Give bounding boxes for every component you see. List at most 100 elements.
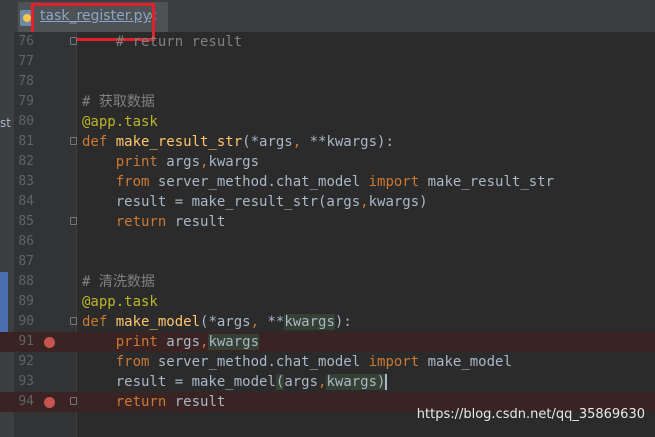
- code-text[interactable]: return result: [82, 392, 226, 412]
- code-line[interactable]: 87: [0, 252, 655, 272]
- code-token: kwargs: [326, 374, 378, 390]
- line-number: 83: [18, 174, 34, 189]
- code-token: (*args: [242, 134, 293, 150]
- code-token: import: [368, 174, 428, 190]
- code-token: server_method.chat_model: [157, 354, 369, 370]
- code-line[interactable]: 93 result = make_model(args,kwargs): [0, 372, 655, 392]
- code-token: ,: [250, 314, 268, 330]
- line-number: 81: [18, 134, 34, 149]
- code-text[interactable]: result = make_result_str(args,kwargs): [82, 192, 428, 212]
- code-token: server_method.chat_model: [157, 174, 369, 190]
- code-line[interactable]: 82 print args,kwargs: [0, 152, 655, 172]
- line-number: 94: [18, 394, 34, 409]
- code-token: args: [166, 334, 201, 350]
- code-line[interactable]: 85 return result: [0, 212, 655, 232]
- code-token: @app.task: [82, 114, 158, 130]
- line-number: 91: [18, 334, 34, 349]
- code-token: return: [115, 394, 175, 410]
- code-token: print: [115, 334, 167, 350]
- code-token: ,: [360, 194, 369, 210]
- code-token: result = make_result_str(args: [82, 194, 361, 210]
- code-token: # return result: [82, 34, 243, 50]
- code-token: result: [174, 394, 226, 410]
- code-line[interactable]: 78: [0, 72, 655, 92]
- code-text[interactable]: print args,kwargs: [82, 152, 259, 172]
- code-text[interactable]: def make_result_str(*args, **kwargs):: [82, 132, 394, 152]
- fold-marker-icon[interactable]: [70, 37, 77, 45]
- code-text[interactable]: from server_method.chat_model import mak…: [82, 172, 554, 192]
- code-line[interactable]: 89 @app.task: [0, 292, 655, 312]
- code-text[interactable]: # 获取数据: [82, 92, 155, 112]
- line-number: 80: [18, 114, 34, 129]
- line-number: 77: [18, 54, 34, 69]
- code-token: **: [267, 314, 285, 330]
- code-token: print: [115, 154, 167, 170]
- fold-marker-icon[interactable]: [70, 397, 77, 405]
- code-token: kwargs: [208, 154, 260, 170]
- fold-marker-icon[interactable]: [70, 137, 77, 145]
- code-line[interactable]: 86: [0, 232, 655, 252]
- code-text[interactable]: def make_model(*args, **kwargs):: [82, 312, 352, 332]
- code-token: args: [166, 154, 201, 170]
- code-line[interactable]: 83 from server_method.chat_model import …: [0, 172, 655, 192]
- code-text[interactable]: print args,kwargs: [82, 332, 260, 352]
- line-number: 90: [18, 314, 34, 329]
- code-token: kwargs): [368, 194, 428, 210]
- line-number: 84: [18, 194, 34, 209]
- code-line[interactable]: 90 def make_model(*args, **kwargs):: [0, 312, 655, 332]
- code-token: (*args: [200, 314, 251, 330]
- code-token: ):: [334, 314, 352, 330]
- code-token: ): [377, 374, 386, 390]
- code-text[interactable]: from server_method.chat_model import mak…: [82, 352, 512, 372]
- code-token: make_result_str: [427, 174, 555, 190]
- code-token: # 清洗数据: [82, 274, 155, 290]
- code-token: from: [115, 174, 158, 190]
- code-token: make_model: [427, 354, 512, 370]
- code-token: kwargs: [208, 334, 260, 350]
- code-text[interactable]: # return result: [82, 32, 242, 52]
- code-token: ,: [292, 134, 310, 150]
- code-token: result: [174, 214, 226, 230]
- text-caret: [385, 374, 388, 390]
- watermark-text: https://blog.csdn.net/qq_35869630: [416, 407, 645, 422]
- line-number: 87: [18, 254, 34, 269]
- code-line[interactable]: 77: [0, 52, 655, 72]
- code-text[interactable]: result = make_model(args,kwargs): [82, 372, 388, 392]
- code-token: make_result_str: [115, 134, 243, 150]
- code-text[interactable]: @app.task: [82, 292, 158, 312]
- fold-marker-icon[interactable]: [70, 217, 77, 225]
- line-number: 93: [18, 374, 34, 389]
- code-line[interactable]: 81 def make_result_str(*args, **kwargs):: [0, 132, 655, 152]
- code-token: # 获取数据: [82, 94, 155, 110]
- code-token: make_model: [115, 314, 201, 330]
- breakpoint-icon[interactable]: [44, 337, 55, 348]
- code-token: def: [82, 134, 116, 150]
- code-text[interactable]: @app.task: [82, 112, 158, 132]
- code-text[interactable]: return result: [82, 212, 226, 232]
- line-number: 92: [18, 354, 34, 369]
- code-line[interactable]: 79 # 获取数据: [0, 92, 655, 112]
- line-number: 85: [18, 214, 34, 229]
- code-line[interactable]: 91 print args,kwargs: [0, 332, 655, 352]
- code-line[interactable]: 92 from server_method.chat_model import …: [0, 352, 655, 372]
- code-token: kwargs: [284, 314, 335, 330]
- code-line[interactable]: 80 @app.task: [0, 112, 655, 132]
- code-token: result = make_model: [82, 374, 276, 390]
- code-line[interactable]: 84 result = make_result_str(args,kwargs): [0, 192, 655, 212]
- line-number: 79: [18, 94, 34, 109]
- line-number: 89: [18, 294, 34, 309]
- line-number: 86: [18, 234, 34, 249]
- line-number: 76: [18, 34, 34, 49]
- code-token: **kwargs):: [309, 134, 394, 150]
- code-line[interactable]: 88 # 清洗数据: [0, 272, 655, 292]
- fold-marker-icon[interactable]: [70, 317, 77, 325]
- code-line[interactable]: 76 # return result: [0, 32, 655, 52]
- code-text[interactable]: # 清洗数据: [82, 272, 155, 292]
- breakpoint-icon[interactable]: [44, 397, 55, 408]
